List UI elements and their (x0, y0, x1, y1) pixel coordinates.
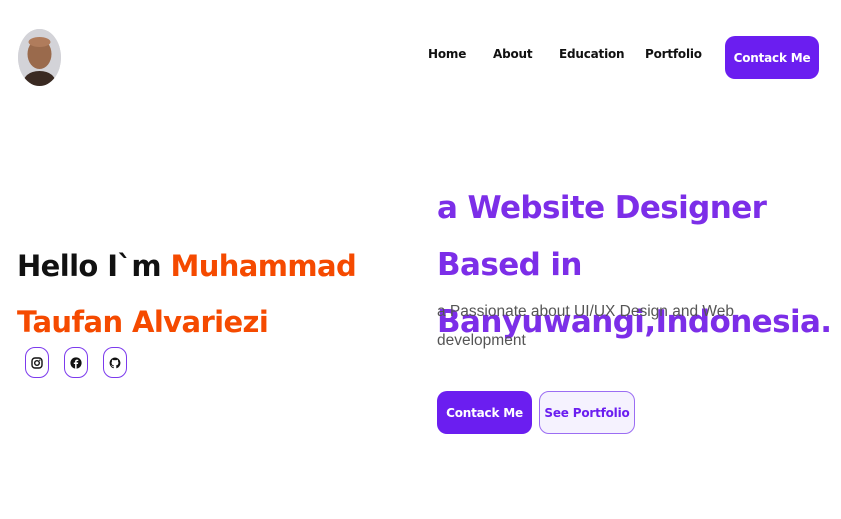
facebook-link[interactable] (64, 347, 88, 378)
main-nav: Home About Education Portfolio (0, 47, 841, 67)
hero-description: a Passionate about UI/UX Design and Web … (437, 303, 734, 349)
nav-portfolio[interactable]: Portfolio (645, 47, 702, 61)
see-portfolio-button[interactable]: See Portfolio (539, 391, 635, 434)
instagram-link[interactable] (25, 347, 49, 378)
nav-education[interactable]: Education (559, 47, 625, 61)
github-link[interactable] (103, 347, 127, 378)
hero-greeting-block: Hello I`m Muhammad Taufan Alvariezi (17, 238, 397, 350)
hero-greeting: Hello I`m (17, 249, 171, 283)
hero-contact-button[interactable]: Contack Me (437, 391, 532, 434)
instagram-icon (31, 356, 43, 369)
nav-about[interactable]: About (493, 47, 533, 61)
facebook-icon (70, 356, 82, 369)
nav-contact-button[interactable]: Contack Me (725, 36, 819, 79)
nav-home[interactable]: Home (428, 47, 466, 61)
github-icon (109, 357, 121, 368)
